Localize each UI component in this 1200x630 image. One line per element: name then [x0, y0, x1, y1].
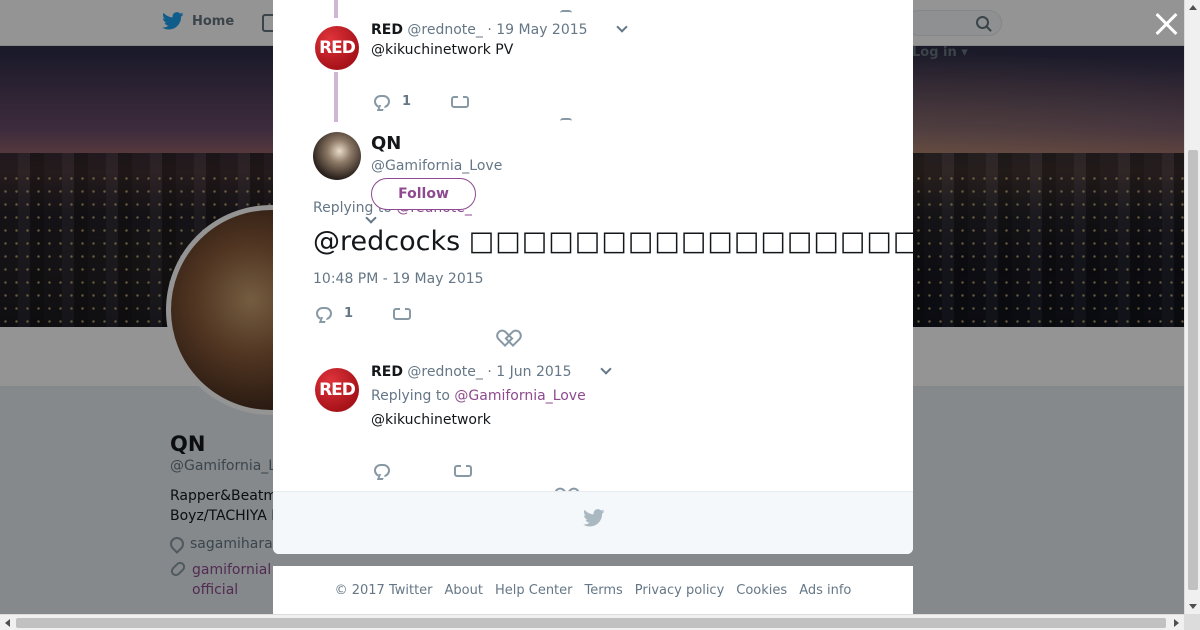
- chevron-down-icon[interactable]: [600, 363, 612, 375]
- like-icon[interactable]: [560, 10, 572, 16]
- scroll-up-arrow-icon[interactable]: [1189, 5, 1197, 10]
- tweet-text: @redcocks □□□□□□□□□□□□□□□□□□□□□□□□□□□□□□…: [313, 226, 913, 257]
- footer-link-ads-info[interactable]: Ads info: [799, 583, 851, 598]
- retweet-icon[interactable]: [393, 305, 412, 320]
- scroll-left-arrow-icon[interactable]: [5, 619, 10, 627]
- tweet-actions: [374, 462, 472, 477]
- tweet-author-handle[interactable]: @rednote_: [407, 364, 483, 380]
- retweet-icon[interactable]: [451, 93, 470, 108]
- vertical-scrollbar[interactable]: [1184, 0, 1200, 614]
- tweet-author-name[interactable]: RED: [371, 364, 403, 380]
- close-icon[interactable]: [1154, 12, 1178, 36]
- footer-link-privacy[interactable]: Privacy policy: [635, 583, 724, 598]
- avatar[interactable]: RED: [315, 26, 359, 70]
- chevron-down-icon[interactable]: [616, 21, 628, 33]
- tweet-actions: 1: [316, 305, 412, 321]
- horizontal-scrollbar[interactable]: [0, 614, 1184, 630]
- reply-icon[interactable]: [374, 464, 390, 477]
- scroll-down-arrow-icon[interactable]: [1189, 604, 1197, 609]
- like-icon[interactable]: [502, 331, 516, 344]
- footer-link-terms[interactable]: Terms: [585, 583, 623, 598]
- tweet-text: @kikuchinetwork: [371, 412, 491, 428]
- scroll-right-arrow-icon[interactable]: [1174, 619, 1179, 627]
- replying-prefix: Replying to: [371, 388, 450, 404]
- avatar[interactable]: [313, 132, 361, 180]
- modal-footer: [273, 491, 913, 554]
- scrollbar-thumb[interactable]: [1188, 150, 1198, 590]
- tweet-author-name[interactable]: RED: [371, 22, 403, 38]
- tweet-header: RED @rednote_ · 1 Jun 2015: [371, 363, 612, 380]
- follow-button[interactable]: Follow: [371, 178, 476, 210]
- tweet-author-name[interactable]: QN: [371, 133, 401, 154]
- thread-connector: [334, 0, 338, 18]
- reply-count: 1: [344, 306, 354, 321]
- tweet-author-handle[interactable]: @Gamifornia_Love: [371, 158, 502, 174]
- like-icon[interactable]: [560, 118, 572, 124]
- scrollbar-thumb[interactable]: [16, 618, 1166, 628]
- tweet-permalink-modal: RED RED @rednote_ · 19 May 2015 @kikuchi…: [273, 0, 913, 554]
- tweet-text: @kikuchinetwork PV: [371, 42, 514, 58]
- tweet-author-handle[interactable]: @rednote_: [407, 22, 483, 38]
- tweet-date[interactable]: · 1 Jun 2015: [487, 364, 571, 380]
- avatar[interactable]: RED: [315, 368, 359, 412]
- tweet-mention[interactable]: @redcocks: [313, 226, 460, 257]
- tweet-date[interactable]: · 19 May 2015: [487, 22, 587, 38]
- scrollbar-corner: [1184, 614, 1200, 630]
- footer-link-help-center[interactable]: Help Center: [495, 583, 573, 598]
- footer-link-about[interactable]: About: [445, 583, 483, 598]
- reply-icon[interactable]: [316, 307, 332, 320]
- site-footer: © 2017 Twitter About Help Center Terms P…: [273, 566, 913, 614]
- tweet-actions: 1: [374, 93, 470, 109]
- thread-connector: [334, 72, 338, 122]
- replying-to: Replying to @Gamifornia_Love: [371, 388, 586, 404]
- footer-link-cookies[interactable]: Cookies: [736, 583, 787, 598]
- twitter-bird-icon: [583, 509, 605, 527]
- footer-copyright: © 2017 Twitter: [334, 582, 433, 598]
- reply-icon[interactable]: [374, 95, 390, 108]
- tweet-body: □□□□□□□□□□□□□□□□□□□□□□□□□□□□□□□□□□□□□□□□…: [468, 226, 913, 257]
- tweet-timestamp[interactable]: 10:48 PM - 19 May 2015: [313, 271, 484, 287]
- reply-count: 1: [402, 94, 412, 109]
- retweet-icon[interactable]: [454, 462, 472, 477]
- tweet-header: RED @rednote_ · 19 May 2015: [371, 21, 628, 38]
- replying-to-link[interactable]: @Gamifornia_Love: [454, 388, 585, 404]
